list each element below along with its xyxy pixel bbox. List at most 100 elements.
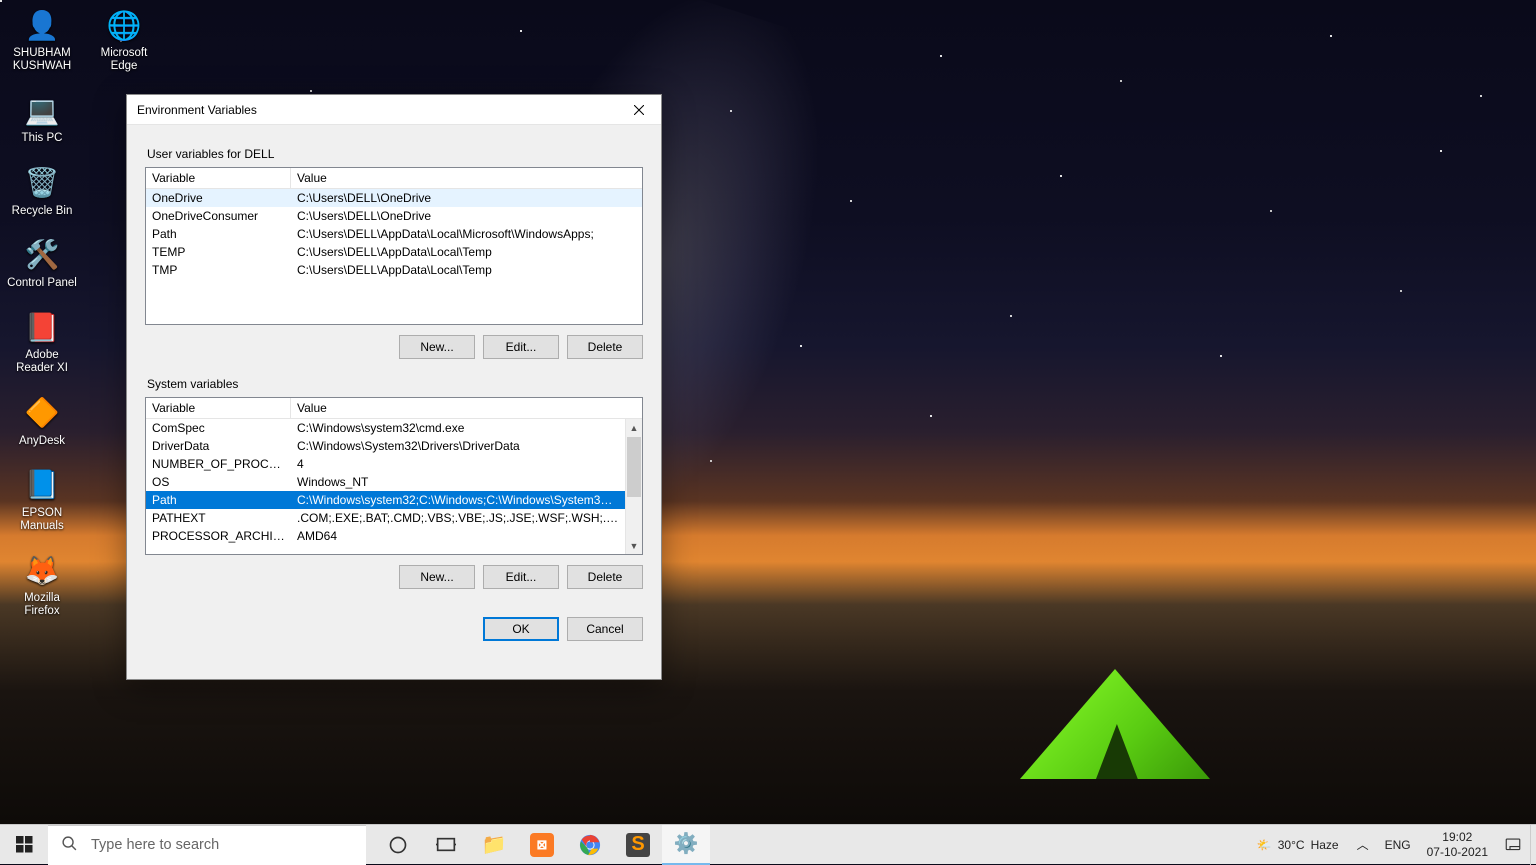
cell-value: C:\Users\DELL\AppData\Local\Temp [291,245,642,259]
cell-variable: Path [146,493,291,507]
cell-value: AMD64 [291,529,625,543]
sys-delete-button[interactable]: Delete [567,565,643,589]
scrollbar[interactable]: ▲ ▼ [625,419,642,554]
icon-label: Microsoft [88,47,160,60]
cell-variable: TEMP [146,245,291,259]
icon-label: Manuals [6,520,78,533]
weather-widget[interactable]: 🌤️ 30°C Haze [1247,825,1349,865]
col-value[interactable]: Value [291,168,642,188]
weather-temp: 30°C [1278,838,1305,852]
sys-new-button[interactable]: New... [399,565,475,589]
table-row[interactable]: OneDriveConsumerC:\Users\DELL\OneDrive [146,207,642,225]
icon-label: Reader XI [6,362,78,375]
cell-variable: OS [146,475,291,489]
xampp-icon[interactable]: ⊠ [518,825,566,865]
icon-glyph: 📘 [23,466,61,504]
cancel-button[interactable]: Cancel [567,617,643,641]
icon-label: Control Panel [6,277,78,290]
show-desktop-button[interactable] [1530,825,1536,865]
user-new-button[interactable]: New... [399,335,475,359]
notifications-icon[interactable] [1496,825,1530,865]
icon-label: AnyDesk [6,435,78,448]
table-row[interactable]: PATHEXT.COM;.EXE;.BAT;.CMD;.VBS;.VBE;.JS… [146,509,625,527]
task-view-icon[interactable] [422,825,470,865]
desktop-icon[interactable]: 🗑️Recycle Bin [6,164,78,218]
scroll-thumb[interactable] [627,437,641,497]
icon-label: SHUBHAM [6,47,78,60]
list-header[interactable]: Variable Value [146,398,642,419]
desktop-icon[interactable]: 🔶 AnyDesk [6,394,78,448]
scroll-up-icon[interactable]: ▲ [626,419,642,436]
chrome-icon[interactable] [566,825,614,865]
start-button[interactable] [0,825,48,865]
scroll-down-icon[interactable]: ▼ [626,537,642,554]
table-row[interactable]: PathC:\Users\DELL\AppData\Local\Microsof… [146,225,642,243]
system-tray: 🌤️ 30°C Haze ︿ ENG 19:02 07-10-2021 [1247,825,1536,865]
system-properties-icon[interactable]: ⚙️ [662,825,710,865]
icon-glyph: 🔶 [23,394,61,432]
dialog-title: Environment Variables [137,103,257,117]
ok-button[interactable]: OK [483,617,559,641]
table-row[interactable]: OneDriveC:\Users\DELL\OneDrive [146,189,642,207]
env-vars-dialog: Environment Variables User variables for… [126,94,662,680]
desktop-icon[interactable]: 📕AdobeReader XI [6,308,78,375]
icon-glyph: 💻 [23,91,61,129]
col-variable[interactable]: Variable [146,168,291,188]
cell-value: C:\Windows\system32;C:\Windows;C:\Window… [291,493,625,507]
language-indicator[interactable]: ENG [1377,825,1419,865]
desktop-icon[interactable]: 🌐MicrosoftEdge [88,6,160,73]
desktop-icon[interactable]: 💻This PC [6,91,78,145]
cell-value: C:\Users\DELL\AppData\Local\Microsoft\Wi… [291,227,642,241]
tray-chevron-icon[interactable]: ︿ [1349,825,1377,865]
sys-edit-button[interactable]: Edit... [483,565,559,589]
table-row[interactable]: TMPC:\Users\DELL\AppData\Local\Temp [146,261,642,279]
table-row[interactable]: PROCESSOR_ARCHITECTU...AMD64 [146,527,625,545]
user-edit-button[interactable]: Edit... [483,335,559,359]
table-row[interactable]: TEMPC:\Users\DELL\AppData\Local\Temp [146,243,642,261]
table-row[interactable]: OSWindows_NT [146,473,625,491]
desktop-icon[interactable]: 👤 SHUBHAMKUSHWAH [6,6,78,73]
icon-label: Adobe [6,349,78,362]
desktop-icon[interactable]: 🦊 MozillaFirefox [6,551,78,618]
icon-label: Edge [88,60,160,73]
sys-vars-list[interactable]: Variable Value ComSpecC:\Windows\system3… [145,397,643,555]
icon-label: Firefox [6,605,78,618]
file-explorer-icon[interactable]: 📁 [470,825,518,865]
col-value[interactable]: Value [291,398,642,418]
cell-variable: PATHEXT [146,511,291,525]
search-placeholder: Type here to search [91,837,219,853]
cortana-icon[interactable] [374,825,422,865]
sublime-icon[interactable]: S [614,825,662,865]
table-row[interactable]: DriverDataC:\Windows\System32\Drivers\Dr… [146,437,625,455]
cell-value: C:\Users\DELL\OneDrive [291,191,642,205]
titlebar[interactable]: Environment Variables [127,95,661,125]
clock[interactable]: 19:02 07-10-2021 [1419,825,1496,865]
cell-value: C:\Users\DELL\AppData\Local\Temp [291,263,642,277]
table-row[interactable]: NUMBER_OF_PROCESSORS4 [146,455,625,473]
list-header[interactable]: Variable Value [146,168,642,189]
icon-glyph: 🗑️ [23,164,61,202]
cell-variable: DriverData [146,439,291,453]
table-row[interactable]: ComSpecC:\Windows\system32\cmd.exe [146,419,625,437]
desktop-icon[interactable]: 📘 EPSONManuals [6,466,78,533]
cell-variable: Path [146,227,291,241]
icon-label: EPSON [6,507,78,520]
table-row[interactable]: PathC:\Windows\system32;C:\Windows;C:\Wi… [146,491,625,509]
user-vars-label: User variables for DELL [147,147,643,161]
user-delete-button[interactable]: Delete [567,335,643,359]
icon-glyph: 🦊 [23,551,61,589]
col-variable[interactable]: Variable [146,398,291,418]
icon-glyph: 👤 [23,6,61,44]
desktop-icon[interactable]: 🛠️ Control Panel [6,236,78,290]
icon-label: KUSHWAH [6,60,78,73]
cell-variable: TMP [146,263,291,277]
icon-glyph: 🛠️ [23,236,61,274]
icon-label: Mozilla [6,592,78,605]
user-vars-list[interactable]: Variable Value OneDriveC:\Users\DELL\One… [145,167,643,325]
cell-value: C:\Windows\system32\cmd.exe [291,421,625,435]
date: 07-10-2021 [1427,845,1488,860]
close-button[interactable] [616,95,661,125]
search-box[interactable]: Type here to search [48,825,366,865]
cell-variable: ComSpec [146,421,291,435]
wallpaper-tent [1020,669,1210,779]
